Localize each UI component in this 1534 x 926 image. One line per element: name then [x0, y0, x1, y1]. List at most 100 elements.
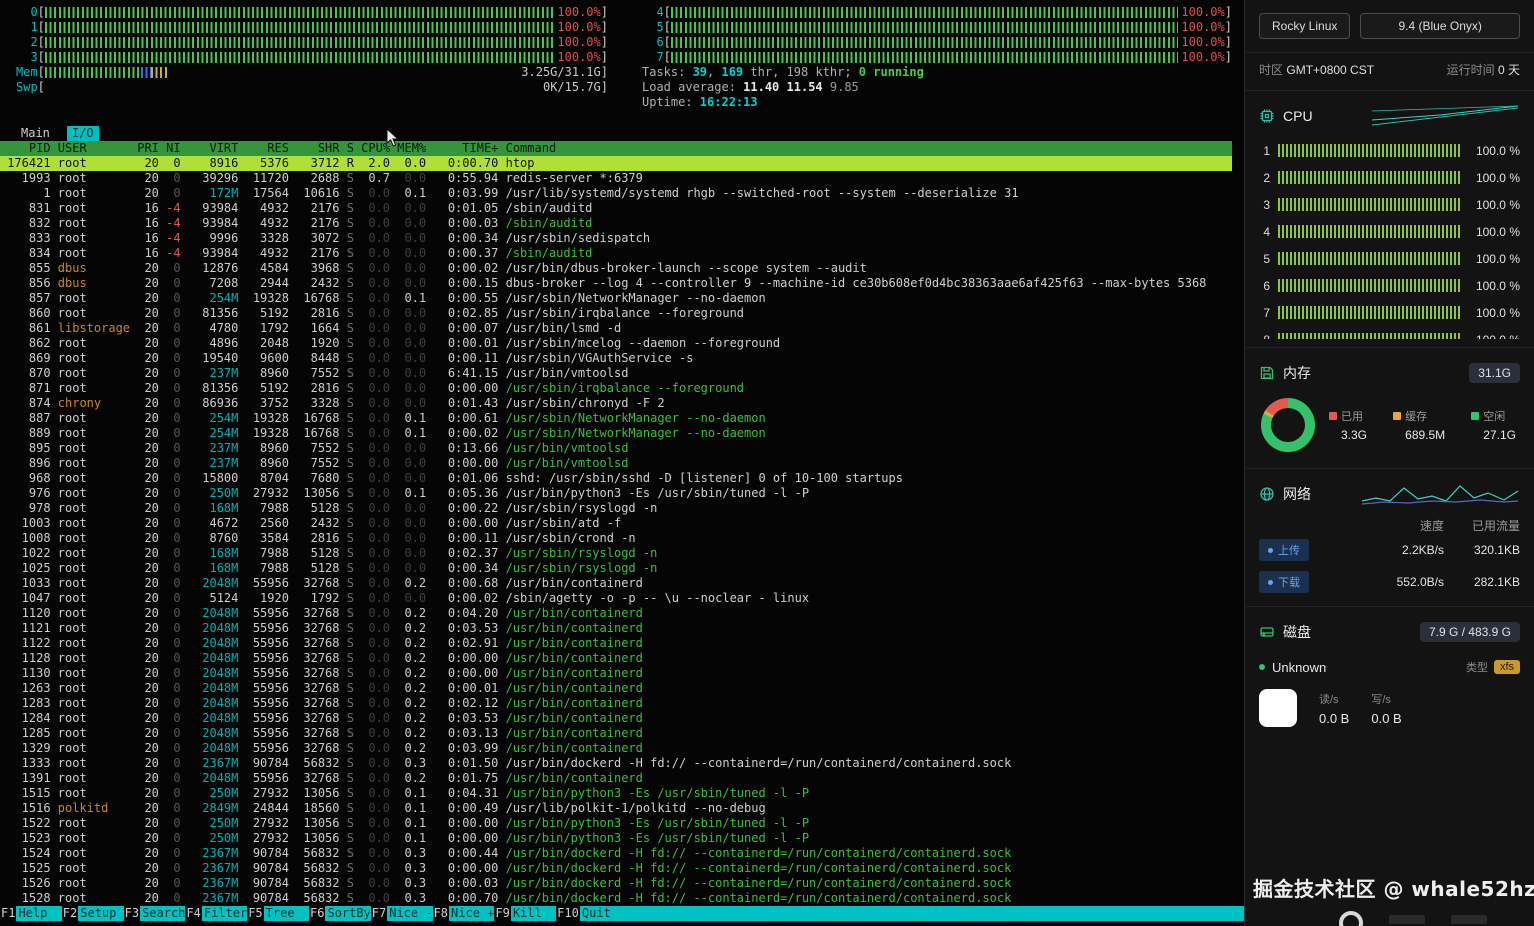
process-row[interactable]: 176421root200891653763712R2.00.00:00.70h… — [0, 156, 1232, 171]
process-row[interactable]: 856dbus200720829442432S0.00.00:00.15dbus… — [0, 276, 1232, 291]
process-row[interactable]: 862root200489620481920S0.00.00:00.01/usr… — [0, 336, 1232, 351]
process-row[interactable]: 857root200254M1932816768S0.00.10:00.55/u… — [0, 291, 1232, 306]
process-row[interactable]: 896root200237M89607552S0.00.00:00.00/usr… — [0, 456, 1232, 471]
cell-shr: 18560 — [289, 801, 340, 816]
process-row[interactable]: 1022root200168M79885128S0.00.00:02.37/us… — [0, 546, 1232, 561]
process-row[interactable]: 1121root2002048M5595632768S0.00.20:03.53… — [0, 621, 1232, 636]
process-row[interactable]: 1522root200250M2793213056S0.00.10:00.00/… — [0, 816, 1232, 831]
process-row[interactable]: 855dbus2001287645843968S0.00.00:00.02/us… — [0, 261, 1232, 276]
cell-cpu-pct: 0.0 — [354, 231, 390, 246]
cell-time: 0:03.13 — [426, 726, 498, 741]
process-row[interactable]: 976root200250M2793213056S0.00.10:05.36/u… — [0, 486, 1232, 501]
cell-ni: 0 — [159, 726, 181, 741]
process-row[interactable]: 871root2008135651922816S0.00.00:00.00/us… — [0, 381, 1232, 396]
process-row[interactable]: 833root16-4999633283072S0.00.00:00.34/us… — [0, 231, 1232, 246]
process-row[interactable]: 832root16-49398449322176S0.00.00:00.03/s… — [0, 216, 1232, 231]
cpu-core-row: 5100.0 % — [1259, 245, 1520, 272]
cell-pri: 20 — [130, 516, 159, 531]
cell-pri: 20 — [130, 591, 159, 606]
process-row[interactable]: 1128root2002048M5595632768S0.00.20:00.00… — [0, 651, 1232, 666]
process-row[interactable]: 1333root2002367M9078456832S0.00.30:01.50… — [0, 756, 1232, 771]
cell-state: S — [340, 831, 354, 846]
cell-virt: 9996 — [181, 231, 239, 246]
cell-command: /usr/bin/python3 -Es /usr/sbin/tuned -l … — [498, 831, 1232, 846]
process-row[interactable]: 1285root2002048M5595632768S0.00.20:03.13… — [0, 726, 1232, 741]
process-row[interactable]: 831root16-49398449322176S0.00.00:01.05/s… — [0, 201, 1232, 216]
process-row[interactable]: 1528root2002367M9078456832S0.00.30:00.70… — [0, 891, 1232, 906]
process-row[interactable]: 1130root2002048M5595632768S0.00.20:00.00… — [0, 666, 1232, 681]
cell-mem-pct: 0.0 — [390, 336, 426, 351]
process-table-header[interactable]: PIDUSERPRINIVIRTRESSHRSCPU%MEM%TIME+Comm… — [0, 141, 1232, 156]
cell-time: 0:00.37 — [426, 246, 498, 261]
process-row[interactable]: 1526root2002367M9078456832S0.00.30:00.03… — [0, 876, 1232, 891]
process-row[interactable]: 887root200254M1932816768S0.00.10:00.61/u… — [0, 411, 1232, 426]
process-row[interactable]: 1329root2002048M5595632768S0.00.20:03.99… — [0, 741, 1232, 756]
cell-res: 8960 — [238, 456, 289, 471]
function-key[interactable]: F4Filter — [185, 906, 247, 921]
cell-ni: 0 — [159, 471, 181, 486]
process-row[interactable]: 978root200168M79885128S0.00.00:00.22/usr… — [0, 501, 1232, 516]
cell-pri: 20 — [130, 741, 159, 756]
cell-ni: 0 — [159, 651, 181, 666]
cell-cpu-pct: 0.0 — [354, 291, 390, 306]
process-row[interactable]: 1284root2002048M5595632768S0.00.20:03.53… — [0, 711, 1232, 726]
read-value: 0.0 B — [1319, 711, 1349, 726]
function-key[interactable]: F6SortBy — [309, 906, 371, 921]
function-key[interactable]: F2Setup — [62, 906, 124, 921]
process-row[interactable]: 1391root2002048M5595632768S0.00.20:01.75… — [0, 771, 1232, 786]
process-row[interactable]: 1523root200250M2793213056S0.00.10:00.00/… — [0, 831, 1232, 846]
function-key[interactable]: F5Tree — [247, 906, 309, 921]
tab-io[interactable]: I/O — [67, 126, 99, 141]
cell-pri: 20 — [130, 561, 159, 576]
process-row[interactable]: 1515root200250M2793213056S0.00.10:04.31/… — [0, 786, 1232, 801]
cell-pid: 176421 — [0, 156, 51, 171]
process-row[interactable]: 1047root200512419201792S0.00.00:00.02/sb… — [0, 591, 1232, 606]
os-name-button[interactable]: Rocky Linux — [1259, 13, 1350, 39]
cell-virt: 2048M — [181, 681, 239, 696]
cell-shr: 32768 — [289, 606, 340, 621]
process-row[interactable]: 895root200237M89607552S0.00.00:13.66/usr… — [0, 441, 1232, 456]
function-key[interactable]: F7Nice - — [371, 906, 433, 921]
cell-pid: 832 — [0, 216, 51, 231]
cell-pid: 978 — [0, 501, 51, 516]
process-row[interactable]: 1516polkitd2002849M2484418560S0.00.10:00… — [0, 801, 1232, 816]
process-row[interactable]: 861libstorage200478017921664S0.00.00:00.… — [0, 321, 1232, 336]
tab-main[interactable]: Main — [16, 126, 55, 141]
cell-time: 0:00.34 — [426, 231, 498, 246]
function-key[interactable]: F8Nice + — [433, 906, 495, 921]
function-key[interactable]: F9Kill — [494, 906, 556, 921]
cell-virt: 19540 — [181, 351, 239, 366]
cell-ni: 0 — [159, 666, 181, 681]
process-row[interactable]: 860root2008135651922816S0.00.00:02.85/us… — [0, 306, 1232, 321]
process-row[interactable]: 1993root20039296117202688S0.70.00:55.94r… — [0, 171, 1232, 186]
process-row[interactable]: 870root200237M89607552S0.00.06:41.15/usr… — [0, 366, 1232, 381]
process-row[interactable]: 1033root2002048M5595632768S0.00.20:00.68… — [0, 576, 1232, 591]
process-row[interactable]: 1025root200168M79885128S0.00.00:00.34/us… — [0, 561, 1232, 576]
cell-state: S — [340, 246, 354, 261]
process-row[interactable]: 1003root200467225602432S0.00.00:00.00/us… — [0, 516, 1232, 531]
process-row[interactable]: 1122root2002048M5595632768S0.00.20:02.91… — [0, 636, 1232, 651]
cell-pri: 16 — [130, 246, 159, 261]
cell-mem-pct: 0.2 — [390, 681, 426, 696]
process-row[interactable]: 1008root200876035842816S0.00.00:00.11/us… — [0, 531, 1232, 546]
function-key[interactable]: F10Quit — [556, 906, 625, 921]
process-row[interactable]: 834root16-49398449322176S0.00.00:00.37/s… — [0, 246, 1232, 261]
process-row[interactable]: 1525root2002367M9078456832S0.00.30:00.00… — [0, 861, 1232, 876]
cell-pid: 860 — [0, 306, 51, 321]
function-key[interactable]: F3Search — [124, 906, 186, 921]
process-row[interactable]: 1120root2002048M5595632768S0.00.20:04.20… — [0, 606, 1232, 621]
process-row[interactable]: 1283root2002048M5595632768S0.00.20:02.12… — [0, 696, 1232, 711]
process-row[interactable]: 1524root2002367M9078456832S0.00.30:00.44… — [0, 846, 1232, 861]
os-version-button[interactable]: 9.4 (Blue Onyx) — [1360, 13, 1520, 39]
process-row[interactable]: 968root2001580087047680S0.00.00:01.06ssh… — [0, 471, 1232, 486]
process-row[interactable]: 869root2001954096008448S0.00.00:00.11/us… — [0, 351, 1232, 366]
process-row[interactable]: 874chrony2008693637523328S0.00.00:01.43/… — [0, 396, 1232, 411]
cell-user: root — [51, 681, 130, 696]
function-key[interactable]: F1Help — [0, 906, 62, 921]
process-row[interactable]: 1263root2002048M5595632768S0.00.20:00.01… — [0, 681, 1232, 696]
process-row[interactable]: 1root200172M1756410616S0.00.10:03.99/usr… — [0, 186, 1232, 201]
cell-virt: 2048M — [181, 711, 239, 726]
cell-pri: 20 — [130, 861, 159, 876]
cell-state: S — [340, 336, 354, 351]
process-row[interactable]: 889root200254M1932816768S0.00.10:00.02/u… — [0, 426, 1232, 441]
